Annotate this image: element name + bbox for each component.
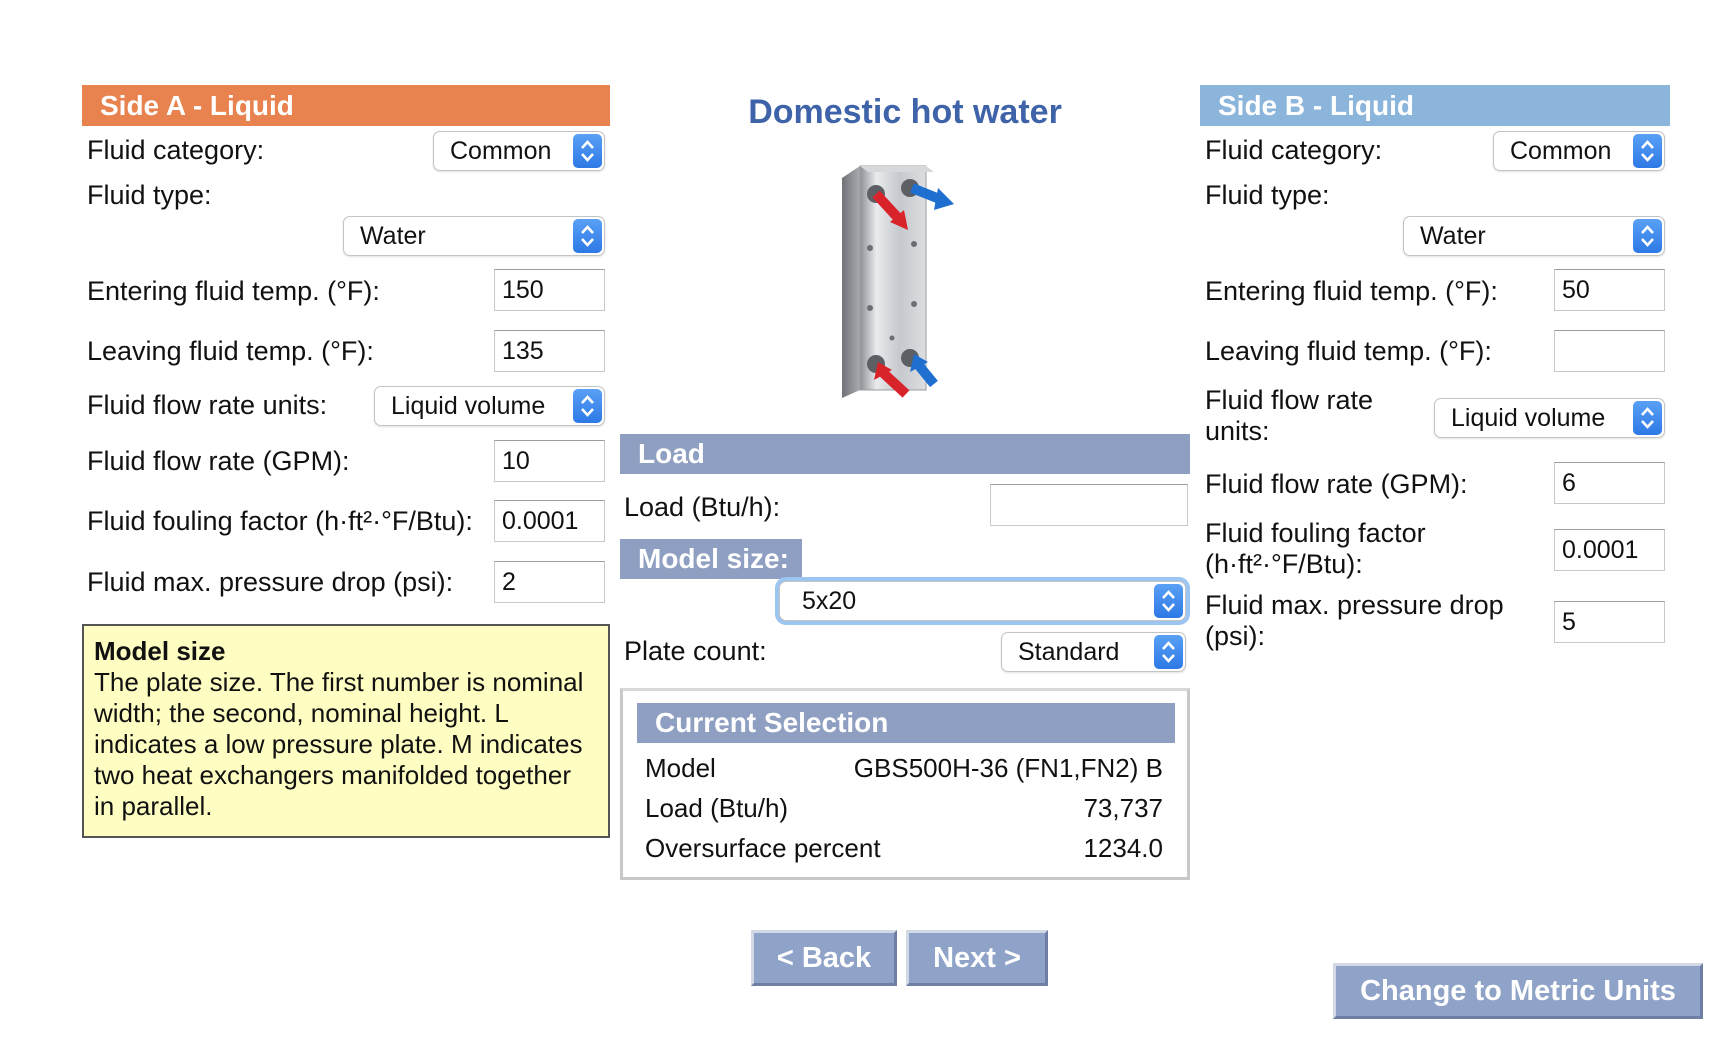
side-b-fouling-label-line1: Fluid fouling factor	[1205, 518, 1426, 548]
side-b-fluid-type-label: Fluid type:	[1205, 180, 1330, 210]
cs-row-load: Load (Btu/h) 73,737	[645, 793, 1163, 823]
side-a-flow-units-label: Fluid flow rate units:	[87, 390, 328, 420]
side-b-flow-units-label-line1: Fluid flow rate	[1205, 385, 1374, 415]
side-a-fouling-input[interactable]	[494, 500, 605, 542]
side-b-leaving-temp-label: Leaving fluid temp. (°F):	[1205, 336, 1492, 366]
load-input[interactable]	[990, 484, 1188, 526]
model-size-tooltip: Model size The plate size. The first num…	[82, 624, 610, 838]
side-a-fluid-category-label: Fluid category:	[87, 135, 265, 165]
side-b-leaving-temp-input[interactable]	[1554, 330, 1665, 372]
side-b-entering-temp-label: Entering fluid temp. (°F):	[1205, 276, 1498, 306]
plate-count-select[interactable]: Standard	[1001, 632, 1186, 672]
plate-heat-exchanger-icon	[830, 158, 980, 418]
side-b-fluid-category-label: Fluid category:	[1205, 135, 1383, 165]
side-b-flow-units-label: Fluid flow rate units:	[1205, 385, 1373, 447]
side-a-flow-rate-input[interactable]	[494, 440, 605, 482]
side-b-flow-units-select[interactable]: Liquid volume	[1434, 398, 1665, 438]
side-a-leaving-temp-input[interactable]	[494, 330, 605, 372]
updown-chevron-icon	[1633, 219, 1662, 253]
updown-chevron-icon	[1633, 401, 1662, 435]
side-b-flow-rate-input[interactable]	[1554, 462, 1665, 504]
side-b-header: Side B - Liquid	[1200, 85, 1670, 126]
tooltip-title: Model size	[94, 636, 226, 666]
page-title: Domestic hot water	[748, 93, 1062, 131]
updown-chevron-icon	[573, 389, 602, 423]
side-b-fluid-category-select[interactable]: Common	[1493, 131, 1665, 171]
updown-chevron-icon	[573, 134, 602, 168]
next-button[interactable]: Next >	[906, 930, 1048, 986]
side-a-fluid-type-label: Fluid type:	[87, 180, 212, 210]
updown-chevron-icon	[573, 219, 602, 253]
side-b-pressure-drop-label-line1: Fluid max. pressure drop	[1205, 590, 1504, 620]
tooltip-body: The plate size. The first number is nomi…	[94, 667, 584, 821]
side-a-fluid-category-value: Common	[450, 137, 552, 165]
cs-model-label: Model	[645, 753, 716, 783]
side-a-fluid-type-value: Water	[360, 222, 426, 250]
side-b-fouling-input[interactable]	[1554, 529, 1665, 571]
model-size-select[interactable]: 5x20	[779, 581, 1186, 621]
side-a-fouling-label: Fluid fouling factor (h·ft²·°F/Btu):	[87, 506, 473, 536]
current-selection-header: Current Selection	[637, 703, 1175, 743]
side-a-flow-units-select[interactable]: Liquid volume	[374, 386, 605, 426]
side-b-flow-rate-label: Fluid flow rate (GPM):	[1205, 469, 1468, 499]
change-to-metric-button[interactable]: Change to Metric Units	[1333, 963, 1703, 1019]
side-b-pressure-drop-label-line2: (psi):	[1205, 621, 1265, 651]
cs-row-model: Model GBS500H-36 (FN1,FN2) B	[645, 753, 1163, 783]
updown-chevron-icon	[1154, 584, 1183, 618]
side-b-fouling-label: Fluid fouling factor (h·ft²·°F/Btu):	[1205, 518, 1426, 580]
side-a-flow-units-value: Liquid volume	[391, 392, 546, 420]
model-size-header: Model size:	[620, 539, 802, 579]
side-b-flow-units-value: Liquid volume	[1451, 404, 1606, 432]
cs-row-oversurface: Oversurface percent 1234.0	[645, 833, 1163, 863]
cs-oversurface-label: Oversurface percent	[645, 833, 881, 863]
cs-load-value: 73,737	[1083, 793, 1163, 823]
side-b-pressure-drop-input[interactable]	[1554, 601, 1665, 643]
cs-model-value: GBS500H-36 (FN1,FN2) B	[853, 753, 1163, 783]
plate-count-label: Plate count:	[624, 636, 767, 666]
side-a-pressure-drop-input[interactable]	[494, 561, 605, 603]
plate-count-value: Standard	[1018, 638, 1120, 666]
side-a-pressure-drop-label: Fluid max. pressure drop (psi):	[87, 567, 454, 597]
updown-chevron-icon	[1154, 635, 1183, 669]
side-a-header: Side A - Liquid	[82, 85, 610, 126]
load-header: Load	[620, 434, 1190, 474]
side-a-entering-temp-label: Entering fluid temp. (°F):	[87, 276, 380, 306]
side-b-fouling-label-line2: (h·ft²·°F/Btu):	[1205, 549, 1363, 579]
side-b-fluid-type-value: Water	[1420, 222, 1486, 250]
side-a-leaving-temp-label: Leaving fluid temp. (°F):	[87, 336, 374, 366]
side-a-fluid-category-select[interactable]: Common	[433, 131, 605, 171]
updown-chevron-icon	[1633, 134, 1662, 168]
current-selection-panel: Current Selection Model GBS500H-36 (FN1,…	[620, 688, 1190, 880]
side-b-pressure-drop-label: Fluid max. pressure drop (psi):	[1205, 590, 1504, 652]
side-b-fluid-type-select[interactable]: Water	[1403, 216, 1665, 256]
side-a-entering-temp-input[interactable]	[494, 269, 605, 311]
cs-load-label: Load (Btu/h)	[645, 793, 789, 823]
side-a-flow-rate-label: Fluid flow rate (GPM):	[87, 446, 350, 476]
side-b-fluid-category-value: Common	[1510, 137, 1612, 165]
cs-oversurface-value: 1234.0	[1083, 833, 1163, 863]
load-label: Load (Btu/h):	[624, 492, 781, 522]
side-a-fluid-type-select[interactable]: Water	[343, 216, 605, 256]
model-size-value: 5x20	[802, 587, 857, 615]
side-b-entering-temp-input[interactable]	[1554, 269, 1665, 311]
side-b-flow-units-label-line2: units:	[1205, 416, 1270, 446]
back-button[interactable]: < Back	[751, 930, 897, 986]
